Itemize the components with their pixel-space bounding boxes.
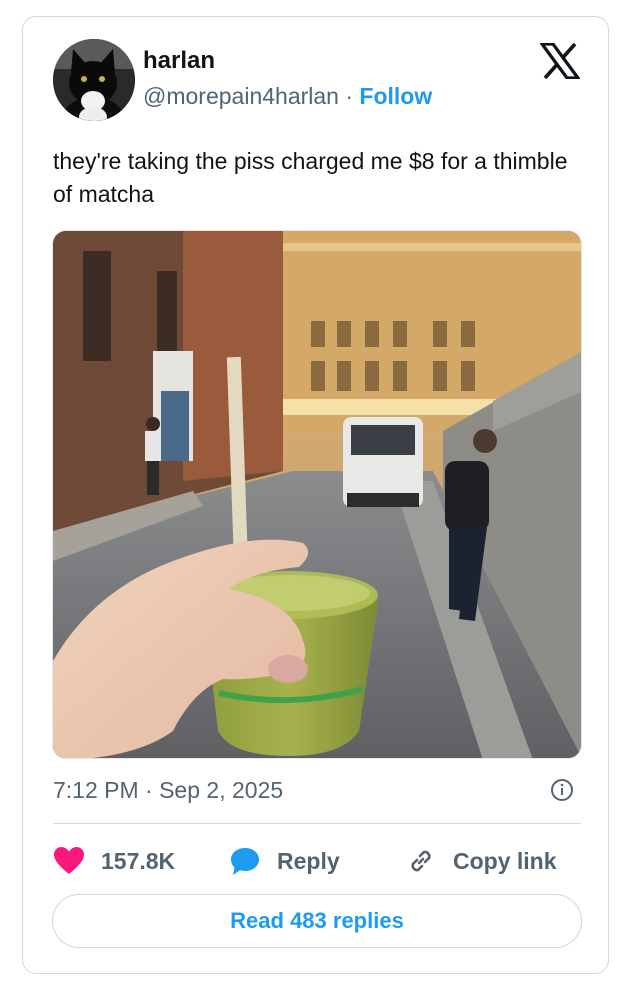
- author-handle-row: @morepain4harlan · Follow: [143, 83, 432, 110]
- copy-link-label: Copy link: [453, 847, 557, 874]
- tweet-actions: 157.8K Reply Copy link: [53, 843, 583, 879]
- heart-icon: [53, 845, 85, 877]
- author-name[interactable]: harlan: [143, 47, 215, 75]
- read-replies-button[interactable]: Read 483 replies: [52, 894, 582, 948]
- copy-link-button[interactable]: Copy link: [405, 843, 557, 879]
- photo-image: [53, 231, 581, 758]
- info-icon[interactable]: [550, 778, 574, 802]
- like-button[interactable]: 157.8K: [53, 843, 175, 879]
- link-icon: [405, 845, 437, 877]
- speech-bubble-icon: [229, 845, 261, 877]
- like-count: 157.8K: [101, 847, 176, 874]
- divider: [53, 823, 581, 824]
- reply-label: Reply: [277, 847, 340, 874]
- tweet-photo[interactable]: [52, 230, 582, 759]
- tweet-card: harlan @morepain4harlan · Follow they're…: [22, 16, 609, 974]
- tweet-text: they're taking the piss charged me $8 fo…: [53, 148, 568, 207]
- reply-button[interactable]: Reply: [229, 843, 340, 879]
- tweet-timestamp[interactable]: 7:12 PM · Sep 2, 2025: [53, 777, 283, 804]
- follow-button[interactable]: Follow: [359, 83, 432, 109]
- avatar-image: [53, 39, 135, 121]
- avatar[interactable]: [53, 39, 135, 121]
- separator: ·: [338, 83, 360, 109]
- author-handle[interactable]: @morepain4harlan: [143, 83, 339, 109]
- x-logo-icon[interactable]: [538, 42, 582, 80]
